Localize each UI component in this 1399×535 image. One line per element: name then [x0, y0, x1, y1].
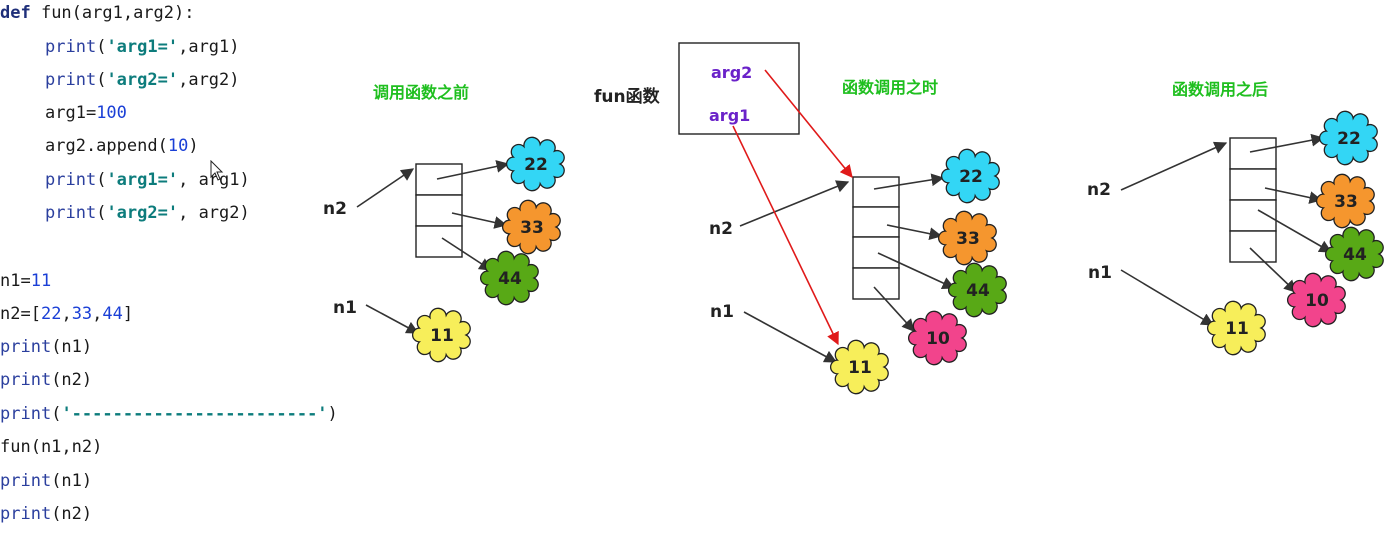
during-n2-arrow	[739, 180, 850, 227]
before-n1-arrow	[365, 304, 420, 334]
during-n2-label: n2	[709, 219, 733, 239]
svg-text:44: 44	[1343, 245, 1367, 265]
svg-text:44: 44	[498, 269, 522, 289]
before-n2-arrow	[356, 168, 415, 208]
after-n1-arrow	[1120, 269, 1215, 326]
svg-text:11: 11	[1225, 319, 1249, 339]
svg-text:22: 22	[959, 167, 983, 187]
svg-text:10: 10	[926, 329, 950, 349]
panel-after: 函数调用之后 n2 n1 22 33 44 10 11	[1087, 80, 1384, 356]
during-value-33: 33	[937, 210, 997, 266]
after-list-box	[1229, 137, 1277, 263]
svg-text:22: 22	[1337, 129, 1361, 149]
arg2-label: arg2	[711, 63, 752, 82]
svg-text:10: 10	[1305, 291, 1329, 311]
svg-text:33: 33	[956, 229, 980, 249]
during-n1-arrow	[743, 311, 838, 363]
after-value-33: 33	[1315, 173, 1375, 229]
panel-during: 函数调用之时 fun函数 arg2 arg1 n2 n1 22 33 44 10…	[594, 42, 1007, 395]
svg-text:44: 44	[966, 281, 990, 301]
after-n2-label: n2	[1087, 180, 1111, 200]
svg-text:11: 11	[430, 326, 454, 346]
arg1-label: arg1	[709, 106, 750, 125]
during-value-11: 11	[829, 339, 889, 395]
after-n1-label: n1	[1088, 263, 1112, 283]
after-n2-arrow	[1120, 141, 1228, 191]
panel-before: 调用函数之前 n2 n1 22 33 44 11	[323, 83, 565, 363]
during-value-10: 10	[907, 310, 967, 366]
before-n1-label: n1	[333, 298, 357, 318]
before-value-44: 44	[479, 250, 539, 306]
after-value-44: 44	[1324, 226, 1384, 282]
during-list-box	[852, 176, 900, 300]
during-value-44: 44	[947, 262, 1007, 318]
after-value-22: 22	[1318, 110, 1378, 166]
after-title: 函数调用之后	[1172, 80, 1268, 99]
svg-text:22: 22	[524, 155, 548, 175]
svg-text:33: 33	[520, 218, 544, 238]
before-value-22: 22	[505, 136, 565, 192]
after-value-11: 11	[1206, 300, 1266, 356]
before-title: 调用函数之前	[373, 83, 469, 102]
during-value-22: 22	[940, 148, 1000, 204]
during-title: 函数调用之时	[842, 78, 938, 97]
svg-text:11: 11	[848, 358, 872, 378]
memory-diagram: 调用函数之前 n2 n1 22 33 44 11 函数调用之时 fun函数 ar…	[323, 42, 1384, 395]
after-value-10: 10	[1286, 272, 1346, 328]
svg-text:33: 33	[1334, 192, 1358, 212]
before-n2-label: n2	[323, 199, 347, 219]
arg1-red-arrow	[732, 125, 839, 346]
before-value-11: 11	[411, 307, 471, 363]
before-value-33: 33	[501, 199, 561, 255]
during-n1-label: n1	[710, 302, 734, 322]
func-label: fun函数	[594, 86, 661, 107]
